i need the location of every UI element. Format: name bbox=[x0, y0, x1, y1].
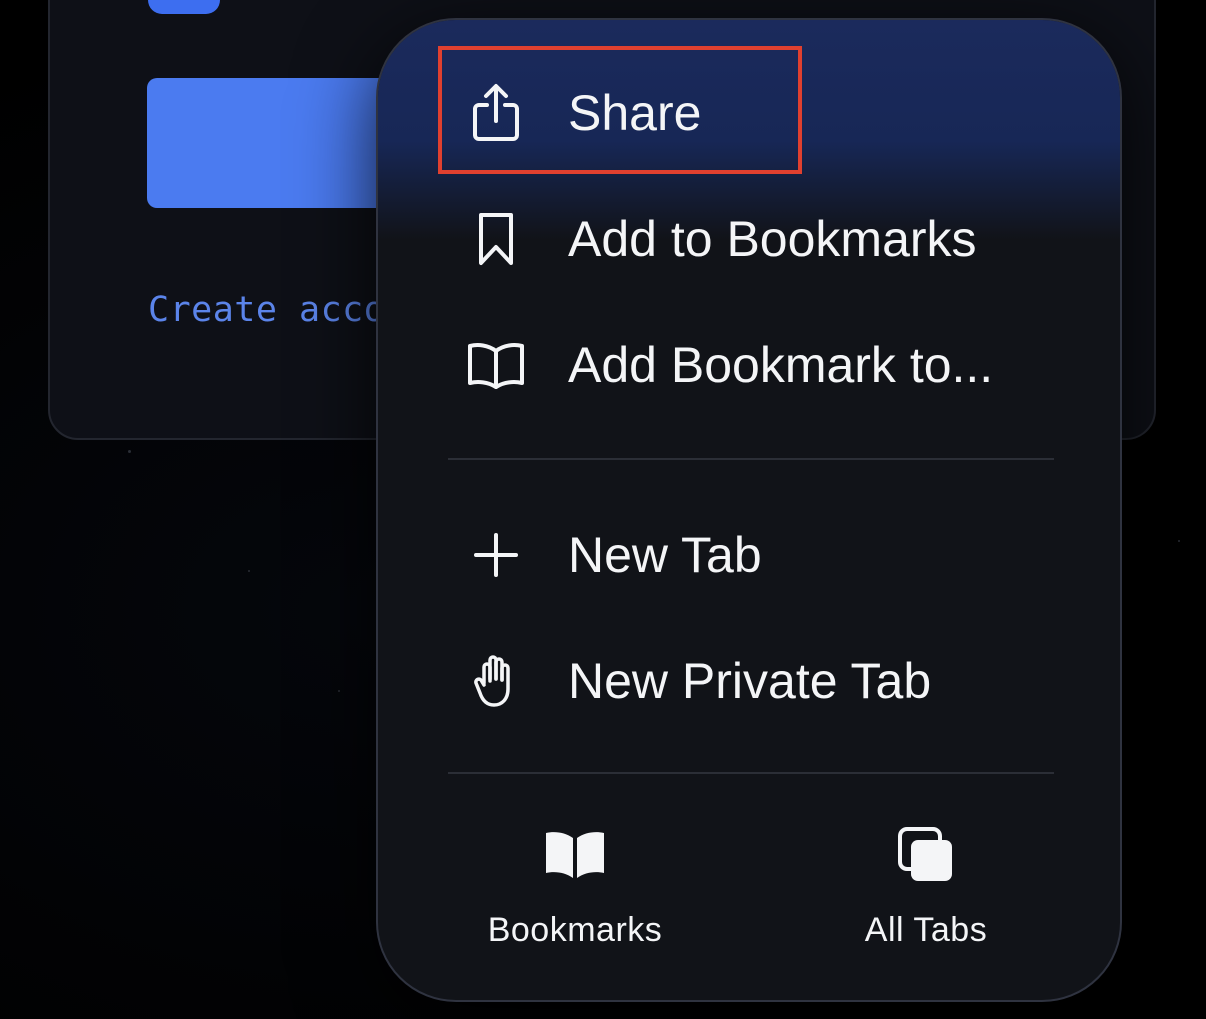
book-filled-icon bbox=[540, 825, 610, 885]
menu-item-label: Add to Bookmarks bbox=[568, 211, 977, 267]
menu-item-add-to-bookmarks[interactable]: Add to Bookmarks bbox=[378, 184, 1120, 294]
share-highlight-box bbox=[438, 46, 802, 174]
background-star bbox=[248, 570, 250, 572]
background-pill-button[interactable] bbox=[148, 0, 220, 14]
menu-item-label: New Private Tab bbox=[568, 653, 932, 709]
menu-item-new-tab[interactable]: New Tab bbox=[378, 500, 1120, 610]
plus-icon bbox=[464, 523, 528, 587]
bookmark-icon bbox=[464, 207, 528, 271]
menu-item-add-bookmark-to[interactable]: Add Bookmark to... bbox=[378, 310, 1120, 420]
menu-item-label: Add Bookmark to... bbox=[568, 337, 994, 393]
menu-divider bbox=[448, 772, 1054, 774]
context-menu: Share Add to Bookmarks Add Bookmark to..… bbox=[376, 18, 1122, 1002]
background-star bbox=[1178, 540, 1180, 542]
bookmarks-button[interactable]: Bookmarks bbox=[445, 825, 705, 965]
background-star bbox=[338, 690, 340, 692]
create-account-link[interactable]: Create accou bbox=[148, 290, 407, 330]
background-star bbox=[128, 450, 131, 453]
tabs-icon bbox=[891, 825, 961, 885]
open-book-icon bbox=[464, 333, 528, 397]
screen: Create accou Share Add to Bookmarks Add … bbox=[0, 0, 1206, 1019]
menu-item-new-private-tab[interactable]: New Private Tab bbox=[378, 626, 1120, 736]
hand-icon bbox=[464, 649, 528, 713]
all-tabs-button[interactable]: All Tabs bbox=[796, 825, 1056, 965]
bookmarks-label: Bookmarks bbox=[487, 911, 663, 949]
menu-item-label: New Tab bbox=[568, 527, 762, 583]
all-tabs-label: All Tabs bbox=[864, 911, 988, 949]
menu-divider bbox=[448, 458, 1054, 460]
